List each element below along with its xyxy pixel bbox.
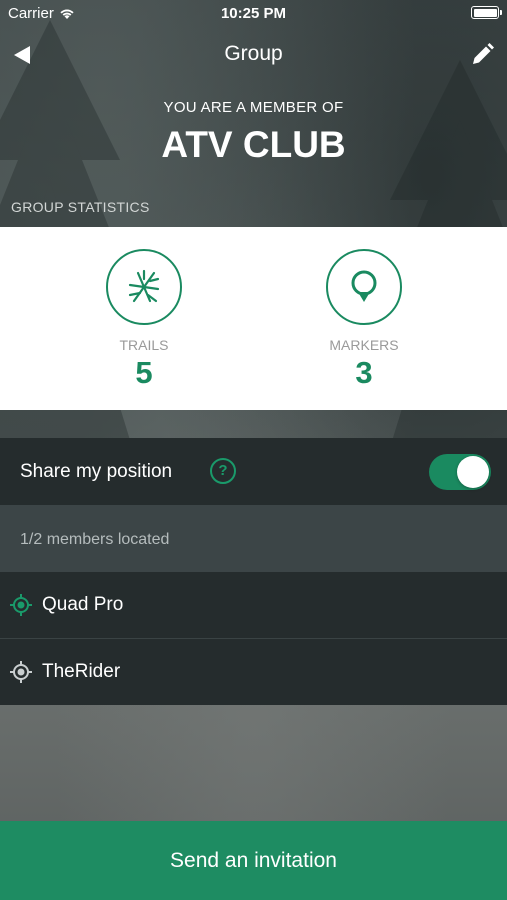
members-located-row: 1/2 members located — [0, 505, 507, 572]
stat-trails: TRAILS 5 — [64, 249, 224, 391]
navigation-bar: Group — [0, 28, 507, 80]
member-row-therider[interactable]: TheRider — [0, 639, 507, 705]
member-name: Quad Pro — [42, 594, 124, 615]
toggle-knob — [457, 456, 489, 488]
stat-markers-label: MARKERS — [329, 337, 399, 353]
trails-icon-circle — [106, 249, 182, 325]
stat-markers: MARKERS 3 — [284, 249, 444, 391]
member-row-quad-pro[interactable]: Quad Pro — [0, 572, 507, 638]
help-icon[interactable]: ? — [210, 458, 236, 484]
marker-icon-circle — [326, 249, 402, 325]
members-located-text: 1/2 members located — [20, 531, 170, 548]
page-title: Group — [224, 42, 283, 65]
marker-icon — [351, 270, 377, 302]
pencil-icon[interactable] — [469, 42, 495, 68]
group-statistics-panel: TRAILS 5 MARKERS 3 — [0, 227, 507, 410]
share-position-label: Share my position — [20, 461, 173, 482]
stat-markers-value: 3 — [355, 355, 373, 390]
share-position-toggle[interactable] — [429, 454, 491, 490]
group-statistics-label: GROUP STATISTICS — [11, 199, 150, 215]
send-invitation-button[interactable]: Send an invitation — [0, 821, 507, 900]
group-name: ATV CLUB — [161, 124, 346, 165]
trails-icon — [128, 269, 160, 303]
clock: 10:25 PM — [220, 5, 287, 22]
membership-caption: YOU ARE A MEMBER OF — [163, 99, 344, 116]
share-position-row: Share my position ? — [0, 438, 507, 505]
location-target-icon — [10, 594, 32, 616]
stat-trails-value: 5 — [135, 355, 153, 390]
battery-icon — [471, 6, 502, 19]
member-name: TheRider — [42, 661, 121, 682]
location-target-icon — [10, 661, 32, 683]
stat-trails-label: TRAILS — [119, 337, 169, 353]
status-bar: Carrier 10:25 PM — [0, 0, 507, 28]
